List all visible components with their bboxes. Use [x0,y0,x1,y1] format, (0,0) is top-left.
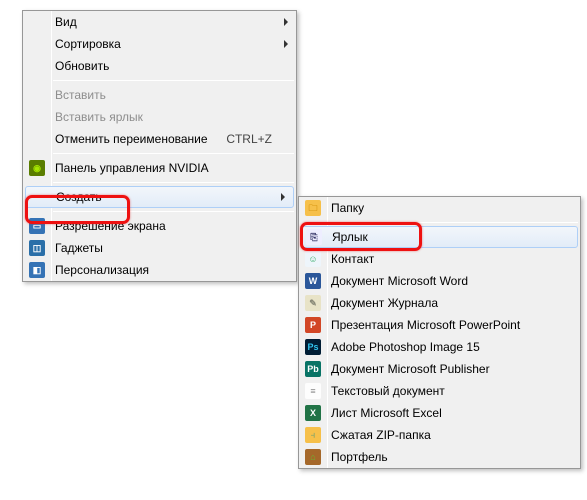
gadget-icon: ◫ [29,240,45,256]
submenu-item-shortcut[interactable]: ⎘ Ярлык [301,226,578,248]
menu-label: Презентация Microsoft PowerPoint [331,318,520,332]
submenu-item-briefcase[interactable]: ⌂ Портфель [299,446,580,468]
ppt-icon: P [305,317,321,333]
menu-label: Вставить [55,88,106,102]
menu-label: Вставить ярлык [55,110,143,124]
shortcut-icon: ⎘ [306,229,322,245]
menu-label: Вид [55,15,77,29]
menu-item-view[interactable]: Вид [23,11,296,33]
menu-item-create[interactable]: Создать [25,186,294,208]
submenu-item-journal[interactable]: ✎ Документ Журнала [299,292,580,314]
monitor-icon: ▭ [29,218,45,234]
submenu-item-txt[interactable]: ≡ Текстовый документ [299,380,580,402]
menu-separator [53,211,294,212]
menu-label: Обновить [55,59,109,73]
menu-label: Сортировка [55,37,121,51]
submenu-arrow-icon [281,193,285,201]
journal-icon: ✎ [305,295,321,311]
menu-shortcut: CTRL+Z [226,132,272,146]
menu-separator [53,153,294,154]
menu-item-sort[interactable]: Сортировка [23,33,296,55]
menu-label: Сжатая ZIP-папка [331,428,431,442]
menu-label: Отменить переименование [55,132,208,146]
menu-item-personalize[interactable]: ◧ Персонализация [23,259,296,281]
submenu-item-folder[interactable]: 🗀 Папку [299,197,580,219]
submenu-item-word[interactable]: W Документ Microsoft Word [299,270,580,292]
submenu-item-excel[interactable]: X Лист Microsoft Excel [299,402,580,424]
pub-icon: Pb [305,361,321,377]
menu-label: Ярлык [332,230,368,244]
menu-label: Персонализация [55,263,149,277]
menu-label: Adobe Photoshop Image 15 [331,340,480,354]
submenu-item-contact[interactable]: ☺ Контакт [299,248,580,270]
excel-icon: X [305,405,321,421]
submenu-arrow-icon [284,18,288,26]
folder-icon: 🗀 [305,200,321,216]
menu-label: Панель управления NVIDIA [55,161,209,175]
word-icon: W [305,273,321,289]
menu-item-refresh[interactable]: Обновить [23,55,296,77]
create-submenu: 🗀 Папку ⎘ Ярлык ☺ Контакт W Документ Microsoft … [298,196,581,469]
menu-item-resolution[interactable]: ▭ Разрешение экрана [23,215,296,237]
desktop-context-menu: Вид Сортировка Обновить Вставить Вставит… [22,10,297,282]
menu-item-nvidia[interactable]: ◉ Панель управления NVIDIA [23,157,296,179]
menu-separator [329,222,578,223]
menu-item-paste-shortcut: Вставить ярлык [23,106,296,128]
menu-label: Контакт [331,252,374,266]
menu-label: Лист Microsoft Excel [331,406,442,420]
menu-label: Документ Журнала [331,296,438,310]
menu-label: Документ Microsoft Publisher [331,362,490,376]
menu-label: Разрешение экрана [55,219,166,233]
submenu-item-ps[interactable]: Ps Adobe Photoshop Image 15 [299,336,580,358]
menu-label: Создать [56,190,102,204]
menu-separator [53,80,294,81]
zip-icon: ⫞ [305,427,321,443]
menu-label: Гаджеты [55,241,103,255]
personalize-icon: ◧ [29,262,45,278]
menu-label: Портфель [331,450,388,464]
briefcase-icon: ⌂ [305,449,321,465]
menu-label: Документ Microsoft Word [331,274,468,288]
menu-item-paste: Вставить [23,84,296,106]
contact-icon: ☺ [305,251,321,267]
menu-label: Текстовый документ [331,384,445,398]
menu-separator [53,182,294,183]
txt-icon: ≡ [305,383,321,399]
submenu-item-pub[interactable]: Pb Документ Microsoft Publisher [299,358,580,380]
ps-icon: Ps [305,339,321,355]
submenu-item-zip[interactable]: ⫞ Сжатая ZIP-папка [299,424,580,446]
menu-label: Папку [331,201,364,215]
submenu-item-ppt[interactable]: P Презентация Microsoft PowerPoint [299,314,580,336]
menu-item-undo-rename[interactable]: Отменить переименование CTRL+Z [23,128,296,150]
menu-item-gadgets[interactable]: ◫ Гаджеты [23,237,296,259]
submenu-arrow-icon [284,40,288,48]
nvidia-icon: ◉ [29,160,45,176]
